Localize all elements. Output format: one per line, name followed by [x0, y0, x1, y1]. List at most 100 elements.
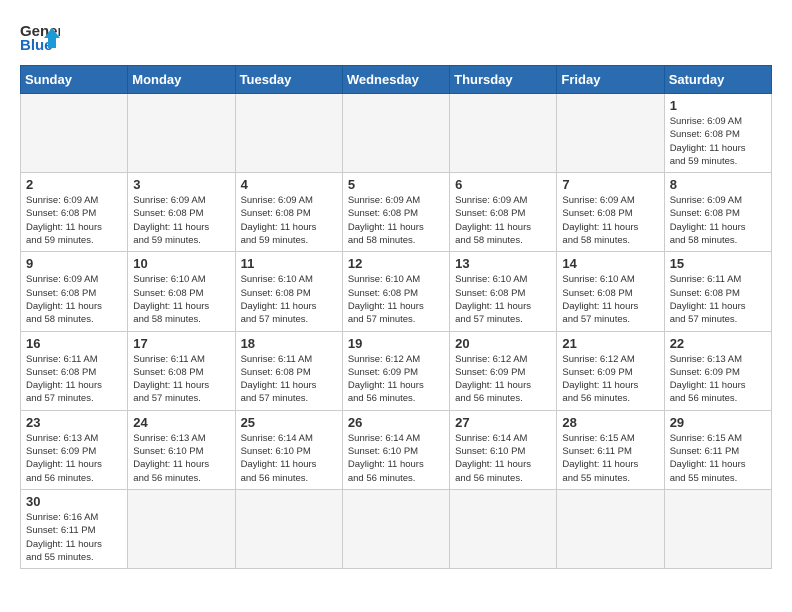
- calendar-cell: [557, 94, 664, 173]
- day-number: 21: [562, 336, 658, 351]
- day-header-saturday: Saturday: [664, 66, 771, 94]
- day-info: Sunrise: 6:09 AM Sunset: 6:08 PM Dayligh…: [26, 194, 122, 247]
- calendar-cell: 24Sunrise: 6:13 AM Sunset: 6:10 PM Dayli…: [128, 410, 235, 489]
- logo-icon: General Blue: [20, 20, 60, 55]
- day-info: Sunrise: 6:10 AM Sunset: 6:08 PM Dayligh…: [133, 273, 229, 326]
- calendar-cell: [235, 94, 342, 173]
- calendar-week-1: 1 Sunrise: 6:09 AM Sunset: 6:08 PM Daylig…: [21, 94, 772, 173]
- day-info: Sunrise: 6:14 AM Sunset: 6:10 PM Dayligh…: [241, 432, 337, 485]
- calendar-cell: 16 Sunrise: 6:11 AM Sunset: 6:08 PM Dayli…: [21, 331, 128, 410]
- day-number: 13: [455, 256, 551, 271]
- calendar-cell: 21 Sunrise: 6:12 AM Sunset: 6:09 PM Dayli…: [557, 331, 664, 410]
- day-info: Sunrise: 6:13 AM Sunset: 6:09 PM Dayligh…: [670, 353, 766, 406]
- calendar-cell: 27 Sunrise: 6:14 AM Sunset: 6:10 PM Dayli…: [450, 410, 557, 489]
- calendar-cell: 4Sunrise: 6:09 AM Sunset: 6:08 PM Daylig…: [235, 173, 342, 252]
- day-number: 8: [670, 177, 766, 192]
- calendar-week-6: 30Sunrise: 6:16 AM Sunset: 6:11 PM Dayli…: [21, 489, 772, 568]
- day-info: Sunrise: 6:13 AM Sunset: 6:09 PM Dayligh…: [26, 432, 122, 485]
- calendar-cell: 6 Sunrise: 6:09 AM Sunset: 6:08 PM Daylig…: [450, 173, 557, 252]
- calendar-week-5: 23 Sunrise: 6:13 AM Sunset: 6:09 PM Dayli…: [21, 410, 772, 489]
- day-number: 27: [455, 415, 551, 430]
- calendar-cell: [342, 94, 449, 173]
- calendar-cell: 17Sunrise: 6:11 AM Sunset: 6:08 PM Dayli…: [128, 331, 235, 410]
- calendar-cell: 7 Sunrise: 6:09 AM Sunset: 6:08 PM Daylig…: [557, 173, 664, 252]
- calendar-week-3: 9 Sunrise: 6:09 AM Sunset: 6:08 PM Daylig…: [21, 252, 772, 331]
- day-info: Sunrise: 6:09 AM Sunset: 6:08 PM Dayligh…: [562, 194, 658, 247]
- day-info: Sunrise: 6:15 AM Sunset: 6:11 PM Dayligh…: [670, 432, 766, 485]
- calendar-cell: [235, 489, 342, 568]
- day-header-friday: Friday: [557, 66, 664, 94]
- day-number: 11: [241, 256, 337, 271]
- calendar-cell: 25Sunrise: 6:14 AM Sunset: 6:10 PM Dayli…: [235, 410, 342, 489]
- calendar-cell: 10Sunrise: 6:10 AM Sunset: 6:08 PM Dayli…: [128, 252, 235, 331]
- calendar-cell: 20 Sunrise: 6:12 AM Sunset: 6:09 PM Dayli…: [450, 331, 557, 410]
- day-info: Sunrise: 6:10 AM Sunset: 6:08 PM Dayligh…: [348, 273, 444, 326]
- day-info: Sunrise: 6:11 AM Sunset: 6:08 PM Dayligh…: [26, 353, 122, 406]
- calendar-cell: 18Sunrise: 6:11 AM Sunset: 6:08 PM Dayli…: [235, 331, 342, 410]
- calendar-cell: [128, 489, 235, 568]
- calendar-cell: [342, 489, 449, 568]
- day-info: Sunrise: 6:13 AM Sunset: 6:10 PM Dayligh…: [133, 432, 229, 485]
- day-info: Sunrise: 6:09 AM Sunset: 6:08 PM Dayligh…: [670, 194, 766, 247]
- day-info: Sunrise: 6:14 AM Sunset: 6:10 PM Dayligh…: [455, 432, 551, 485]
- calendar-cell: 30Sunrise: 6:16 AM Sunset: 6:11 PM Dayli…: [21, 489, 128, 568]
- day-info: Sunrise: 6:12 AM Sunset: 6:09 PM Dayligh…: [562, 353, 658, 406]
- day-number: 7: [562, 177, 658, 192]
- day-info: Sunrise: 6:09 AM Sunset: 6:08 PM Dayligh…: [670, 115, 766, 168]
- day-header-monday: Monday: [128, 66, 235, 94]
- day-number: 9: [26, 256, 122, 271]
- calendar-cell: 5 Sunrise: 6:09 AM Sunset: 6:08 PM Daylig…: [342, 173, 449, 252]
- calendar-cell: 1 Sunrise: 6:09 AM Sunset: 6:08 PM Daylig…: [664, 94, 771, 173]
- calendar-cell: 26Sunrise: 6:14 AM Sunset: 6:10 PM Dayli…: [342, 410, 449, 489]
- day-number: 2: [26, 177, 122, 192]
- svg-text:Blue: Blue: [20, 37, 53, 54]
- calendar-cell: 23 Sunrise: 6:13 AM Sunset: 6:09 PM Dayli…: [21, 410, 128, 489]
- calendar-cell: 14Sunrise: 6:10 AM Sunset: 6:08 PM Dayli…: [557, 252, 664, 331]
- calendar-cell: 13Sunrise: 6:10 AM Sunset: 6:08 PM Dayli…: [450, 252, 557, 331]
- calendar-cell: 2 Sunrise: 6:09 AM Sunset: 6:08 PM Daylig…: [21, 173, 128, 252]
- day-info: Sunrise: 6:12 AM Sunset: 6:09 PM Dayligh…: [348, 353, 444, 406]
- day-info: Sunrise: 6:16 AM Sunset: 6:11 PM Dayligh…: [26, 511, 122, 564]
- calendar-cell: [21, 94, 128, 173]
- day-header-thursday: Thursday: [450, 66, 557, 94]
- day-number: 20: [455, 336, 551, 351]
- day-info: Sunrise: 6:11 AM Sunset: 6:08 PM Dayligh…: [241, 353, 337, 406]
- calendar-cell: 3 Sunrise: 6:09 AM Sunset: 6:08 PM Daylig…: [128, 173, 235, 252]
- day-number: 29: [670, 415, 766, 430]
- day-number: 6: [455, 177, 551, 192]
- day-number: 15: [670, 256, 766, 271]
- day-info: Sunrise: 6:09 AM Sunset: 6:08 PM Dayligh…: [455, 194, 551, 247]
- day-info: Sunrise: 6:09 AM Sunset: 6:08 PM Dayligh…: [348, 194, 444, 247]
- day-number: 5: [348, 177, 444, 192]
- calendar-cell: [450, 94, 557, 173]
- calendar-header-row: SundayMondayTuesdayWednesdayThursdayFrid…: [21, 66, 772, 94]
- day-number: 19: [348, 336, 444, 351]
- day-number: 28: [562, 415, 658, 430]
- day-header-wednesday: Wednesday: [342, 66, 449, 94]
- calendar-cell: [450, 489, 557, 568]
- day-number: 23: [26, 415, 122, 430]
- calendar-cell: 28Sunrise: 6:15 AM Sunset: 6:11 PM Dayli…: [557, 410, 664, 489]
- day-info: Sunrise: 6:09 AM Sunset: 6:08 PM Dayligh…: [241, 194, 337, 247]
- day-header-sunday: Sunday: [21, 66, 128, 94]
- calendar-cell: 22 Sunrise: 6:13 AM Sunset: 6:09 PM Dayli…: [664, 331, 771, 410]
- calendar-cell: 8 Sunrise: 6:09 AM Sunset: 6:08 PM Daylig…: [664, 173, 771, 252]
- day-info: Sunrise: 6:09 AM Sunset: 6:08 PM Dayligh…: [133, 194, 229, 247]
- calendar-cell: [128, 94, 235, 173]
- calendar-cell: 19 Sunrise: 6:12 AM Sunset: 6:09 PM Dayli…: [342, 331, 449, 410]
- day-number: 26: [348, 415, 444, 430]
- day-number: 3: [133, 177, 229, 192]
- day-number: 16: [26, 336, 122, 351]
- calendar-cell: 9 Sunrise: 6:09 AM Sunset: 6:08 PM Daylig…: [21, 252, 128, 331]
- day-info: Sunrise: 6:10 AM Sunset: 6:08 PM Dayligh…: [562, 273, 658, 326]
- calendar-cell: 12 Sunrise: 6:10 AM Sunset: 6:08 PM Dayli…: [342, 252, 449, 331]
- page-header: General Blue: [20, 20, 772, 55]
- day-info: Sunrise: 6:12 AM Sunset: 6:09 PM Dayligh…: [455, 353, 551, 406]
- day-number: 22: [670, 336, 766, 351]
- calendar-cell: [664, 489, 771, 568]
- calendar-week-2: 2 Sunrise: 6:09 AM Sunset: 6:08 PM Daylig…: [21, 173, 772, 252]
- day-number: 17: [133, 336, 229, 351]
- day-number: 1: [670, 98, 766, 113]
- day-number: 12: [348, 256, 444, 271]
- day-info: Sunrise: 6:09 AM Sunset: 6:08 PM Dayligh…: [26, 273, 122, 326]
